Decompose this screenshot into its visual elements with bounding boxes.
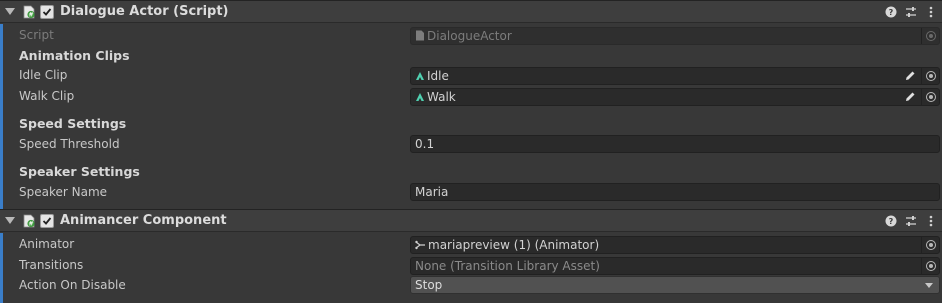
transitions-label: Transitions (19, 258, 84, 272)
idle-clip-label: Idle Clip (19, 68, 68, 82)
walk-clip-field[interactable]: Walk (410, 88, 940, 106)
enable-checkbox[interactable] (40, 214, 54, 228)
component-header-dialogue-actor[interactable]: # Dialogue Actor (Script) ? (0, 0, 942, 23)
svg-text:?: ? (889, 8, 894, 17)
idle-clip-field[interactable]: Idle (410, 67, 940, 85)
script-label: Script (19, 28, 54, 42)
object-picker-icon[interactable] (921, 237, 939, 253)
action-on-disable-value: Stop (415, 278, 443, 292)
walk-clip-label: Walk Clip (19, 89, 75, 103)
script-icon: # (23, 5, 35, 19)
enable-checkbox[interactable] (40, 5, 54, 19)
speaker-name-label: Speaker Name (19, 185, 108, 199)
section-heading-speed-settings: Speed Settings (19, 116, 127, 131)
speaker-name-value: Maria (415, 185, 449, 199)
svg-text:?: ? (889, 217, 894, 226)
presets-icon[interactable] (904, 214, 918, 228)
section-heading-speaker-settings: Speaker Settings (19, 164, 140, 179)
idle-clip-value: Idle (427, 69, 449, 83)
component-title: Animancer Component (60, 213, 227, 228)
transitions-value: None (Transition Library Asset) (415, 259, 600, 273)
action-on-disable-label: Action On Disable (19, 278, 126, 292)
script-file-icon (416, 30, 424, 41)
svg-text:#: # (28, 12, 33, 19)
foldout-arrow-icon[interactable] (5, 8, 15, 15)
script-field[interactable]: DialogueActor (410, 27, 940, 45)
speaker-name-input[interactable]: Maria (410, 183, 940, 201)
animator-icon (415, 240, 425, 249)
object-picker-icon[interactable] (921, 28, 939, 44)
chevron-down-icon (925, 283, 933, 288)
section-heading-animation-clips: Animation Clips (19, 48, 130, 63)
object-picker-icon[interactable] (921, 258, 939, 274)
speed-threshold-input[interactable]: 0.1 (410, 135, 940, 153)
foldout-arrow-icon[interactable] (5, 217, 15, 224)
transitions-field[interactable]: None (Transition Library Asset) (410, 257, 940, 275)
animation-clip-icon (416, 92, 424, 101)
context-menu-icon[interactable] (924, 5, 938, 19)
object-picker-icon[interactable] (921, 68, 939, 84)
component-header-animancer[interactable]: # Animancer Component ? (0, 209, 942, 232)
object-picker-icon[interactable] (921, 89, 939, 105)
help-icon[interactable]: ? (884, 5, 898, 19)
component-body-dialogue-actor (0, 24, 942, 209)
animator-value: mariapreview (1) (Animator) (428, 238, 600, 252)
speed-threshold-value: 0.1 (415, 137, 435, 151)
help-icon[interactable]: ? (884, 214, 898, 228)
script-value: DialogueActor (427, 29, 512, 43)
presets-icon[interactable] (904, 5, 918, 19)
script-icon: # (23, 214, 35, 228)
animator-label: Animator (19, 237, 75, 251)
action-on-disable-dropdown[interactable]: Stop (410, 276, 940, 294)
pencil-icon[interactable] (903, 90, 917, 104)
speed-threshold-label: Speed Threshold (19, 137, 120, 151)
walk-clip-value: Walk (427, 90, 456, 104)
animation-clip-icon (416, 71, 424, 80)
context-menu-icon[interactable] (924, 214, 938, 228)
animator-field[interactable]: mariapreview (1) (Animator) (410, 236, 940, 254)
component-title: Dialogue Actor (Script) (60, 4, 229, 19)
pencil-icon[interactable] (903, 69, 917, 83)
svg-text:#: # (28, 221, 33, 228)
